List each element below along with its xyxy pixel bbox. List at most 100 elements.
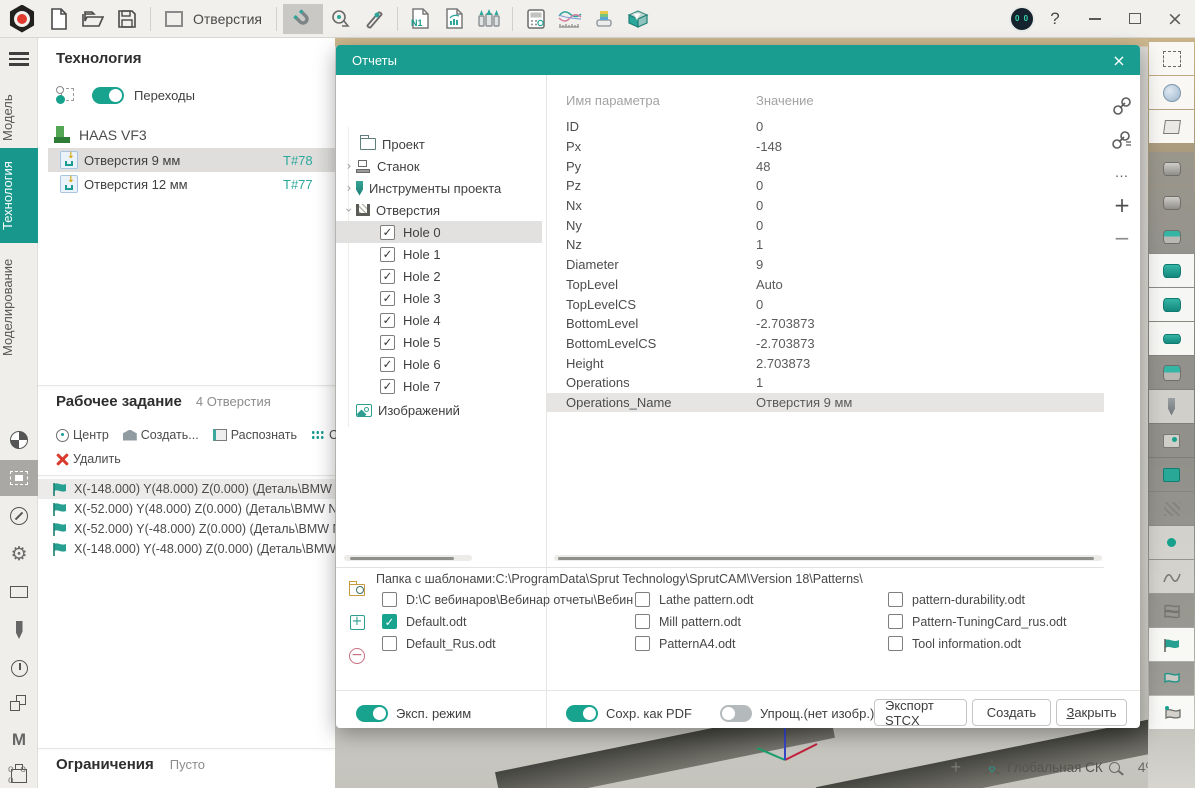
hole-checkbox[interactable]: ✓ [380, 225, 395, 240]
fit-selection-icon[interactable] [1149, 42, 1194, 75]
create-button[interactable]: Создать [972, 699, 1051, 726]
tab-modeling[interactable]: Моделирование [0, 245, 38, 370]
settings-gear-icon[interactable]: ⚙ [0, 536, 38, 572]
save-icon[interactable] [110, 4, 144, 34]
stock-dimensions-icon[interactable] [0, 574, 38, 610]
template-option[interactable]: Default_Rus.odt [382, 636, 496, 651]
params-hscrollbar[interactable] [554, 555, 1102, 561]
sphere-view-icon[interactable] [1149, 76, 1194, 109]
document-window-icon[interactable] [157, 4, 191, 34]
help-button[interactable]: ? [1035, 9, 1075, 29]
param-row[interactable]: Diameter9 [547, 255, 1104, 275]
worktask-item[interactable]: X(-148.000) Y(48.000) Z(0.000) (Деталь\B… [38, 479, 335, 499]
param-value-header[interactable]: Значение [756, 93, 814, 108]
dialog-titlebar[interactable]: Отчеты × [336, 45, 1140, 75]
param-name-header[interactable]: Имя параметра [566, 93, 660, 108]
fixture-part-icon[interactable] [1149, 424, 1194, 457]
template-checkbox[interactable] [888, 636, 903, 651]
flag-outline-icon[interactable] [1149, 662, 1194, 695]
link-list-icon[interactable] [1104, 122, 1140, 155]
template-checkbox[interactable] [382, 636, 397, 651]
tree-hscrollbar[interactable] [344, 555, 472, 561]
tool-stack-icon[interactable] [587, 4, 621, 34]
export-stcx-button[interactable]: Экспорт STCX [874, 699, 967, 726]
app-logo-icon[interactable] [8, 5, 36, 33]
param-row[interactable]: ID0 [547, 117, 1104, 137]
tree-item-hole[interactable]: ✓Hole 4 [336, 309, 542, 331]
remove-template-icon[interactable]: − [340, 639, 374, 672]
part-teal2-icon[interactable] [1149, 288, 1194, 321]
operation-row[interactable]: ↓ Отверстия 12 мм T#77 1 [48, 172, 335, 196]
operation-row[interactable]: ↓ Отверстия 9 мм T#78 9 [48, 148, 335, 172]
overflow-dots-icon[interactable]: o o o [8, 764, 37, 786]
param-row[interactable]: BottomLevelCS-2.703873 [547, 334, 1104, 354]
template-checkbox[interactable] [888, 592, 903, 607]
coordinate-system-icon[interactable] [983, 758, 1001, 776]
drill-tool-icon[interactable] [1149, 390, 1194, 423]
new-file-icon[interactable] [42, 4, 76, 34]
close-window-button[interactable]: × [1155, 4, 1195, 34]
hole-checkbox[interactable]: ✓ [380, 269, 395, 284]
param-row[interactable]: BottomLevel-2.703873 [547, 314, 1104, 334]
tree-item-hole[interactable]: ✓Hole 5 [336, 331, 542, 353]
link-icon[interactable] [1104, 89, 1140, 122]
menu-hamburger-icon[interactable] [9, 52, 29, 66]
statistics-curves-icon[interactable] [553, 4, 587, 34]
worktask-item[interactable]: X(-52.000) Y(48.000) Z(0.000) (Деталь\BM… [38, 499, 335, 519]
template-checkbox[interactable] [635, 636, 650, 651]
param-row[interactable]: Py48 [547, 156, 1104, 176]
param-row[interactable]: Pz0 [547, 176, 1104, 196]
tab-model[interactable]: Модель [0, 85, 38, 151]
template-option[interactable]: pattern-durability.odt [888, 592, 1025, 607]
calculator-icon[interactable] [519, 4, 553, 34]
hole-checkbox[interactable]: ✓ [380, 357, 395, 372]
tree-item-hole[interactable]: ✓Hole 1 [336, 243, 542, 265]
browse-templates-icon[interactable] [340, 573, 374, 606]
more-options-icon[interactable]: … [1104, 155, 1140, 188]
tab-technology[interactable]: Технология [0, 148, 38, 243]
tape-measure-icon[interactable] [323, 4, 357, 34]
remove-item-icon[interactable]: − [1104, 221, 1140, 254]
tools-library-icon[interactable] [472, 4, 506, 34]
tree-item-project-tools[interactable]: › Инструменты проекта [336, 177, 542, 199]
tree-item-hole[interactable]: ✓Hole 2 [336, 265, 542, 287]
machine-name[interactable]: HAAS VF3 [79, 127, 147, 143]
expander-icon[interactable]: › [342, 159, 356, 173]
delete-button[interactable]: Удалить [56, 452, 121, 466]
close-button[interactable]: Закрыть [1056, 699, 1127, 726]
param-row-selected[interactable]: Operations_NameОтверстия 9 мм [547, 393, 1104, 413]
export-mode-toggle[interactable] [356, 705, 388, 722]
template-option[interactable]: Pattern-TuningCard_rus.odt [888, 614, 1066, 629]
param-row[interactable]: Nz1 [547, 235, 1104, 255]
tree-item-holes[interactable]: › Отверстия [336, 199, 542, 221]
part-teal-icon[interactable] [1149, 254, 1194, 287]
tree-item-hole[interactable]: ✓Hole 6 [336, 353, 542, 375]
param-row[interactable]: Ny0 [547, 215, 1104, 235]
export-mode-toggle-row[interactable]: Эксп. режим [356, 705, 471, 722]
template-option[interactable]: PatternA4.odt [635, 636, 735, 651]
stock-stage2-icon[interactable] [1149, 186, 1194, 219]
center-button[interactable]: Центр [56, 428, 109, 442]
template-option[interactable]: Tool information.odt [888, 636, 1021, 651]
point-icon[interactable] [1149, 526, 1194, 559]
simplified-toggle-row[interactable]: Упрощ.(нет изобр.) [720, 705, 874, 722]
expander-icon[interactable]: › [342, 203, 356, 217]
param-row[interactable]: Height2.703873 [547, 353, 1104, 373]
assistant-robot-icon[interactable]: 0 0 [1009, 6, 1035, 32]
compass-icon[interactable] [0, 498, 38, 534]
curve-icon[interactable] [1149, 560, 1194, 593]
param-row[interactable]: Nx0 [547, 196, 1104, 216]
hatch-section-icon[interactable] [1149, 492, 1194, 525]
stepped-part-icon[interactable] [1149, 356, 1194, 389]
template-checkbox[interactable] [888, 614, 903, 629]
hole-checkbox[interactable]: ✓ [380, 335, 395, 350]
flag-teal-icon[interactable] [1149, 628, 1194, 661]
minimize-button[interactable] [1075, 4, 1115, 34]
flag-point-icon[interactable] [1149, 696, 1194, 729]
expander-icon[interactable]: › [342, 181, 356, 195]
tree-item-hole[interactable]: ✓Hole 7 [336, 375, 542, 397]
maximize-button[interactable] [1115, 4, 1155, 34]
param-row[interactable]: Operations1 [547, 373, 1104, 393]
stock-mixed-icon[interactable] [1149, 220, 1194, 253]
flags-group-icon[interactable] [1149, 594, 1194, 627]
